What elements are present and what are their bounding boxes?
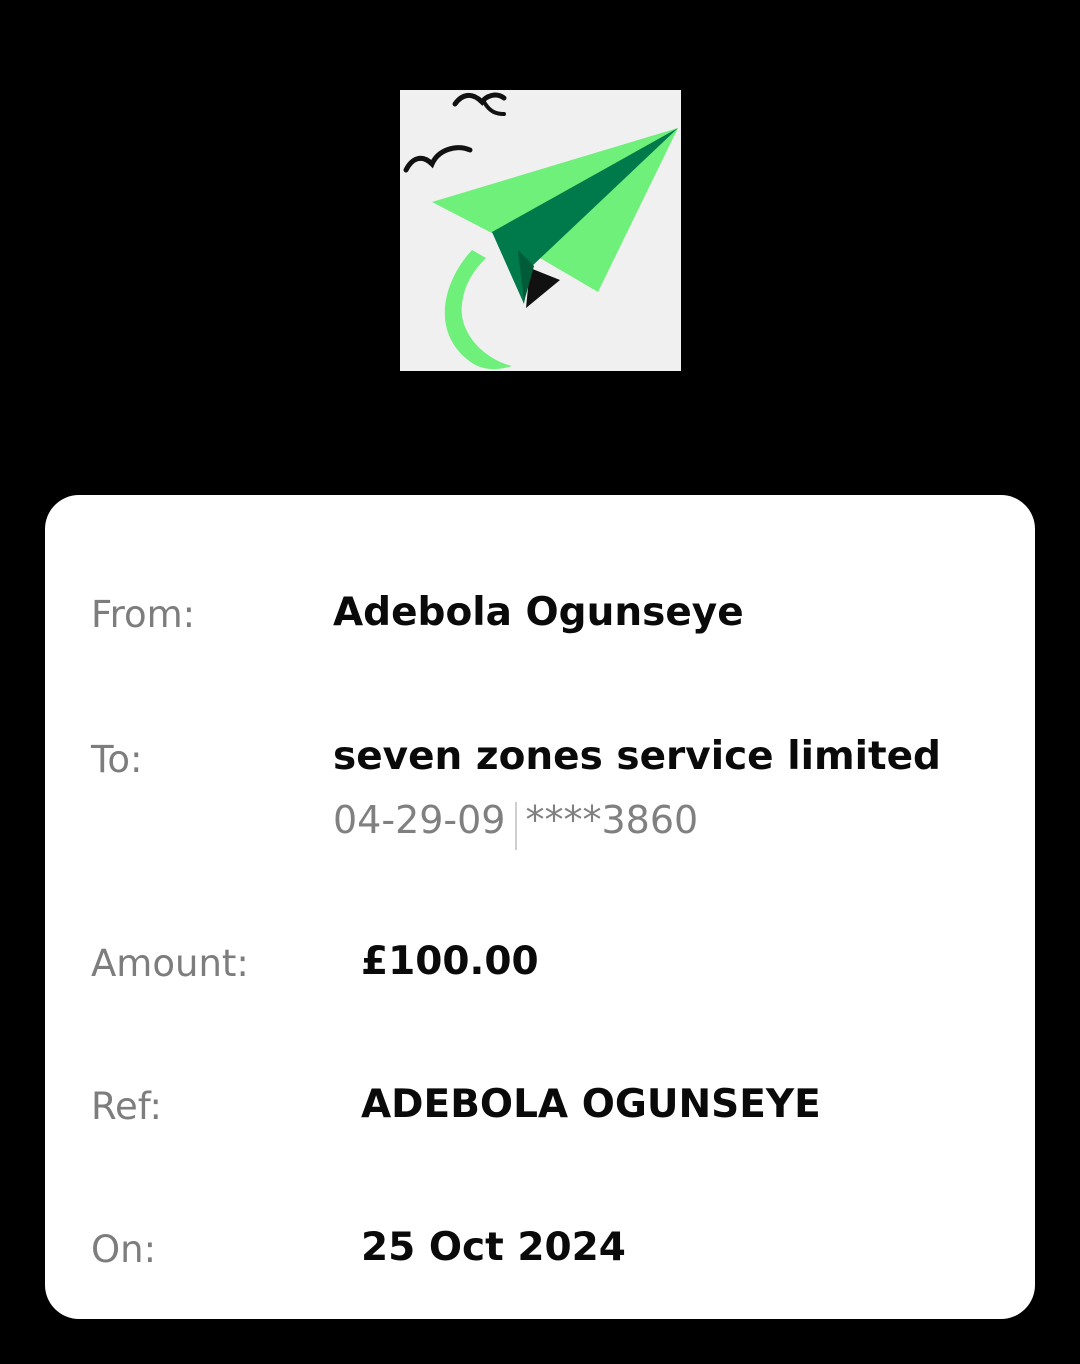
bird-icon bbox=[403, 145, 473, 173]
transfer-receipt-card: From: Adebola Ogunseye To: seven zones s… bbox=[45, 495, 1035, 1319]
amount-value: £100.00 bbox=[361, 939, 539, 984]
amount-label: Amount: bbox=[91, 942, 249, 985]
from-label: From: bbox=[91, 593, 196, 636]
ref-value: ADEBOLA OGUNSEYE bbox=[361, 1082, 821, 1127]
account-number: ****3860 bbox=[525, 798, 699, 842]
ref-label: Ref: bbox=[91, 1085, 162, 1128]
divider bbox=[515, 802, 518, 850]
on-label: On: bbox=[91, 1228, 157, 1271]
bird-icon bbox=[452, 92, 507, 107]
to-value: seven zones service limited bbox=[333, 734, 941, 779]
from-value: Adebola Ogunseye bbox=[333, 590, 744, 635]
app-logo bbox=[400, 90, 681, 371]
to-label: To: bbox=[91, 738, 143, 781]
on-value: 25 Oct 2024 bbox=[361, 1225, 626, 1270]
account-details: 04-29-09 ****3860 bbox=[333, 796, 699, 850]
sort-code: 04-29-09 bbox=[333, 798, 506, 842]
paper-plane-icon bbox=[403, 92, 678, 370]
